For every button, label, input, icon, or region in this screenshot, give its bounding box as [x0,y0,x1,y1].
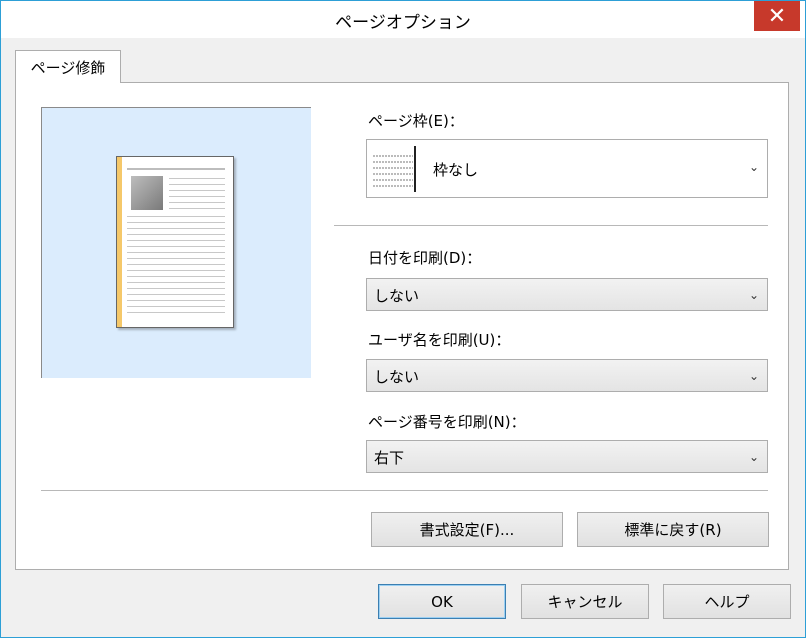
window-title: ページオプション [335,13,471,33]
close-button[interactable]: ✕ [754,1,800,31]
preview-text-line [169,184,225,185]
reset-default-button[interactable]: 標準に戻す(R) [577,512,769,547]
preview-image-icon [131,176,163,210]
page-options-dialog: ページオプション ✕ ページ修飾 ページ枠(E)： 枠なし ⌄ 日付を印刷(D)… [0,0,806,638]
close-icon: ✕ [767,3,787,29]
help-button[interactable]: ヘルプ [663,584,791,619]
preview-text-line [127,282,225,283]
date-select[interactable]: しない ⌄ [366,278,768,311]
preview-text-line [127,300,225,301]
cancel-button[interactable]: キャンセル [521,584,649,619]
border-style-divider [414,146,416,192]
date-value: しない [374,287,420,305]
preview-text-line [169,196,225,197]
page-number-label: ページ番号を印刷(N)： [368,413,526,431]
preview-page-icon [116,156,234,328]
preview-text-line [127,312,225,313]
preview-text-line [127,258,225,259]
chevron-down-icon: ⌄ [748,450,759,464]
panel-divider [41,490,768,491]
page-preview [41,107,311,378]
preview-text-line [127,246,225,247]
username-label: ユーザ名を印刷(U)： [368,331,511,349]
border-value: 枠なし [433,161,479,179]
ok-button[interactable]: OK [378,584,506,619]
tab-panel: ページ枠(E)： 枠なし ⌄ 日付を印刷(D)： しない ⌄ ユーザ名を印刷(U… [15,82,789,570]
preview-text-line [127,216,225,217]
title-bar: ページオプション ✕ [1,1,805,38]
preview-text-line [127,240,225,241]
preview-page-stripe [117,157,122,327]
preview-text-line [169,190,225,191]
preview-text-line [169,208,225,209]
preview-text-line [169,178,225,179]
preview-text-line [127,234,225,235]
section-divider [334,225,768,226]
chevron-down-icon: ⌄ [748,160,759,174]
chevron-down-icon: ⌄ [748,369,759,383]
preview-text-line [127,288,225,289]
preview-text-line [127,264,225,265]
border-select[interactable]: 枠なし ⌄ [366,139,768,198]
preview-text-line [127,276,225,277]
date-label: 日付を印刷(D)： [368,249,482,267]
border-label: ページ枠(E)： [368,112,464,130]
preview-text-line [127,228,225,229]
tab-page-decoration[interactable]: ページ修飾 [15,50,121,83]
preview-text-line [169,202,225,203]
username-select[interactable]: しない ⌄ [366,359,768,392]
chevron-down-icon: ⌄ [748,288,759,302]
preview-text-line [127,306,225,307]
preview-text-line [127,222,225,223]
preview-text-line [127,294,225,295]
page-number-value: 右下 [374,449,405,467]
page-number-select[interactable]: 右下 ⌄ [366,440,768,473]
preview-header-line [127,168,225,170]
preview-text-line [127,252,225,253]
border-style-icon [373,155,413,187]
preview-text-line [127,270,225,271]
format-settings-button[interactable]: 書式設定(F)... [371,512,563,547]
username-value: しない [374,368,420,386]
